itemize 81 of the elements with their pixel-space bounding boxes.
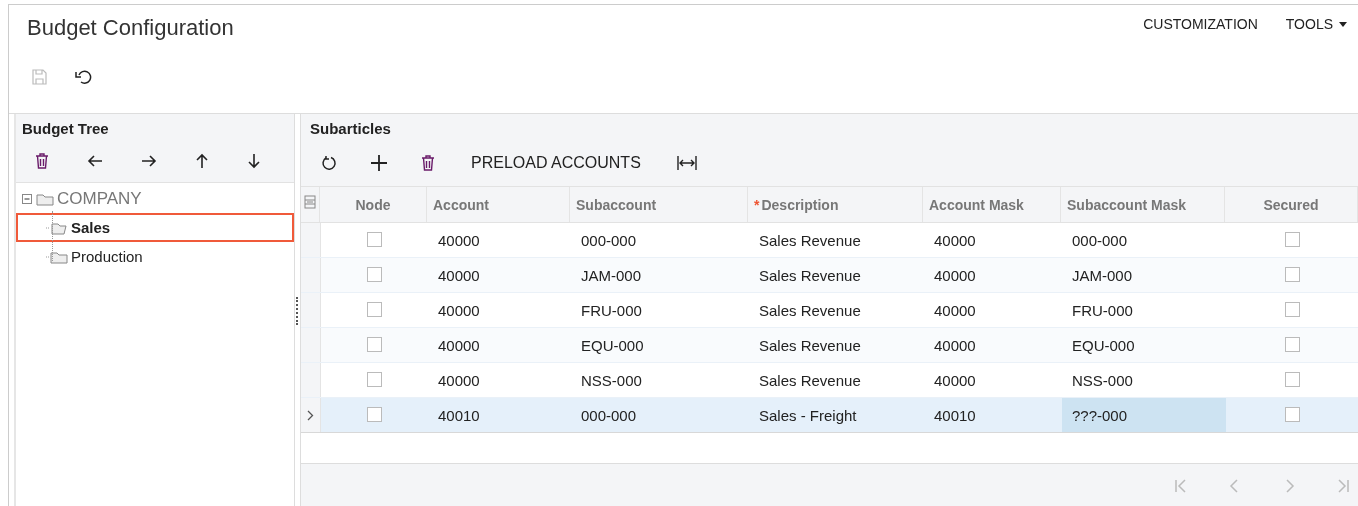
checkbox[interactable] [1285, 232, 1300, 247]
checkbox[interactable] [1285, 372, 1300, 387]
collapse-icon[interactable] [22, 193, 33, 205]
table-cell-text: 000-000 [580, 405, 638, 426]
delete-icon[interactable] [421, 155, 435, 171]
table-cell-text: NSS-000 [580, 370, 643, 391]
table-cell-text: 40010 [933, 405, 977, 426]
tree-item[interactable]: Sales [16, 213, 294, 242]
menu-button[interactable]: TOOLS [1281, 15, 1351, 33]
checkbox[interactable] [367, 372, 382, 387]
page-title: Budget Configuration [27, 15, 234, 42]
table-cell-text: 40000 [933, 230, 977, 251]
table-cell-text: EQU-000 [580, 335, 645, 356]
table-cell-text: 40000 [437, 370, 481, 391]
table-cell-text: FRU-000 [1071, 300, 1134, 321]
table-cell: ???-000 [1062, 398, 1226, 432]
panel-title: Subarticles [301, 114, 1358, 140]
table-row[interactable]: 40000 EQU-000 Sales Revenue 40000 EQU-000 [301, 328, 1358, 363]
table-cell-text: 40010 [437, 405, 481, 426]
tree-item[interactable]: Production [16, 242, 294, 271]
column-header[interactable]: Secured [1225, 187, 1358, 222]
table-cell-text: 40000 [933, 370, 977, 391]
preload-accounts-button[interactable]: PRELOAD ACCOUNTS [469, 150, 643, 176]
table-row[interactable]: 40000 NSS-000 Sales Revenue 40000 NSS-000 [301, 363, 1358, 398]
column-header[interactable]: Subaccount Mask [1061, 187, 1225, 222]
column-header[interactable]: Account Mask [923, 187, 1061, 222]
tree-item[interactable]: COMPANY [16, 185, 294, 213]
table-cell-text: 40000 [437, 265, 481, 286]
table-cell-text: 40000 [437, 335, 481, 356]
arrow-right-icon[interactable] [141, 154, 157, 168]
table-cell-text: Sales Revenue [758, 370, 862, 391]
arrow-down-icon[interactable] [247, 153, 261, 169]
checkbox[interactable] [1285, 267, 1300, 282]
table-row[interactable]: 40000 FRU-000 Sales Revenue 40000 FRU-000 [301, 293, 1358, 328]
table-row[interactable]: 40000 000-000 Sales Revenue 40000 000-000 [301, 223, 1358, 258]
table-cell-text: FRU-000 [580, 300, 643, 321]
last-page-icon[interactable] [1335, 477, 1351, 494]
column-header[interactable]: *Description [748, 187, 923, 222]
table-cell-text: 000-000 [580, 230, 638, 251]
checkbox[interactable] [367, 302, 382, 317]
table-cell-text: JAM-000 [1071, 265, 1134, 286]
table-cell-text: Sales Revenue [758, 230, 862, 251]
panel-title: Budget Tree [16, 114, 294, 140]
checkbox[interactable] [367, 407, 382, 422]
column-header[interactable]: Account [427, 187, 570, 222]
table-cell-text: Sales Revenue [758, 265, 862, 286]
checkbox[interactable] [1285, 302, 1300, 317]
splitter-handle[interactable] [295, 296, 300, 325]
table-cell-text: Sales Revenue [758, 300, 862, 321]
refresh-icon[interactable] [321, 155, 337, 171]
arrow-left-icon[interactable] [87, 154, 103, 168]
menu-button[interactable]: CUSTOMIZATION [1139, 15, 1262, 33]
table-cell-text: 40000 [933, 335, 977, 356]
table-cell-text: 40000 [933, 265, 977, 286]
column-header[interactable]: Node [320, 187, 427, 222]
arrow-up-icon[interactable] [195, 153, 209, 169]
table-cell-text: Sales Revenue [758, 335, 862, 356]
first-page-icon[interactable] [1173, 477, 1189, 494]
checkbox[interactable] [367, 337, 382, 352]
column-header[interactable]: Subaccount [570, 187, 748, 222]
columns-icon[interactable] [304, 195, 316, 209]
table-row[interactable]: 40000 JAM-000 Sales Revenue 40000 JAM-000 [301, 258, 1358, 293]
fit-width-icon[interactable] [676, 156, 697, 170]
checkbox[interactable] [367, 232, 382, 247]
table-cell-text: NSS-000 [1071, 370, 1134, 391]
table-cell-text: 40000 [437, 230, 481, 251]
folder-icon [36, 192, 54, 206]
current-row-icon [307, 409, 314, 421]
checkbox[interactable] [367, 267, 382, 282]
table-cell-text: JAM-000 [580, 265, 643, 286]
table-row[interactable]: 40010 000-000 Sales - Freight 40010 ???-000 [301, 398, 1358, 433]
delete-icon[interactable] [35, 153, 49, 169]
add-icon[interactable] [371, 155, 387, 171]
table-cell-text: 000-000 [1071, 230, 1129, 251]
checkbox[interactable] [1285, 407, 1300, 422]
table-cell-text: 40000 [437, 300, 481, 321]
table-cell-text: Sales - Freight [758, 405, 858, 426]
table-cell-text: EQU-000 [1071, 335, 1136, 356]
table-cell-text: 40000 [933, 300, 977, 321]
undo-icon[interactable] [75, 70, 93, 84]
checkbox[interactable] [1285, 337, 1300, 352]
